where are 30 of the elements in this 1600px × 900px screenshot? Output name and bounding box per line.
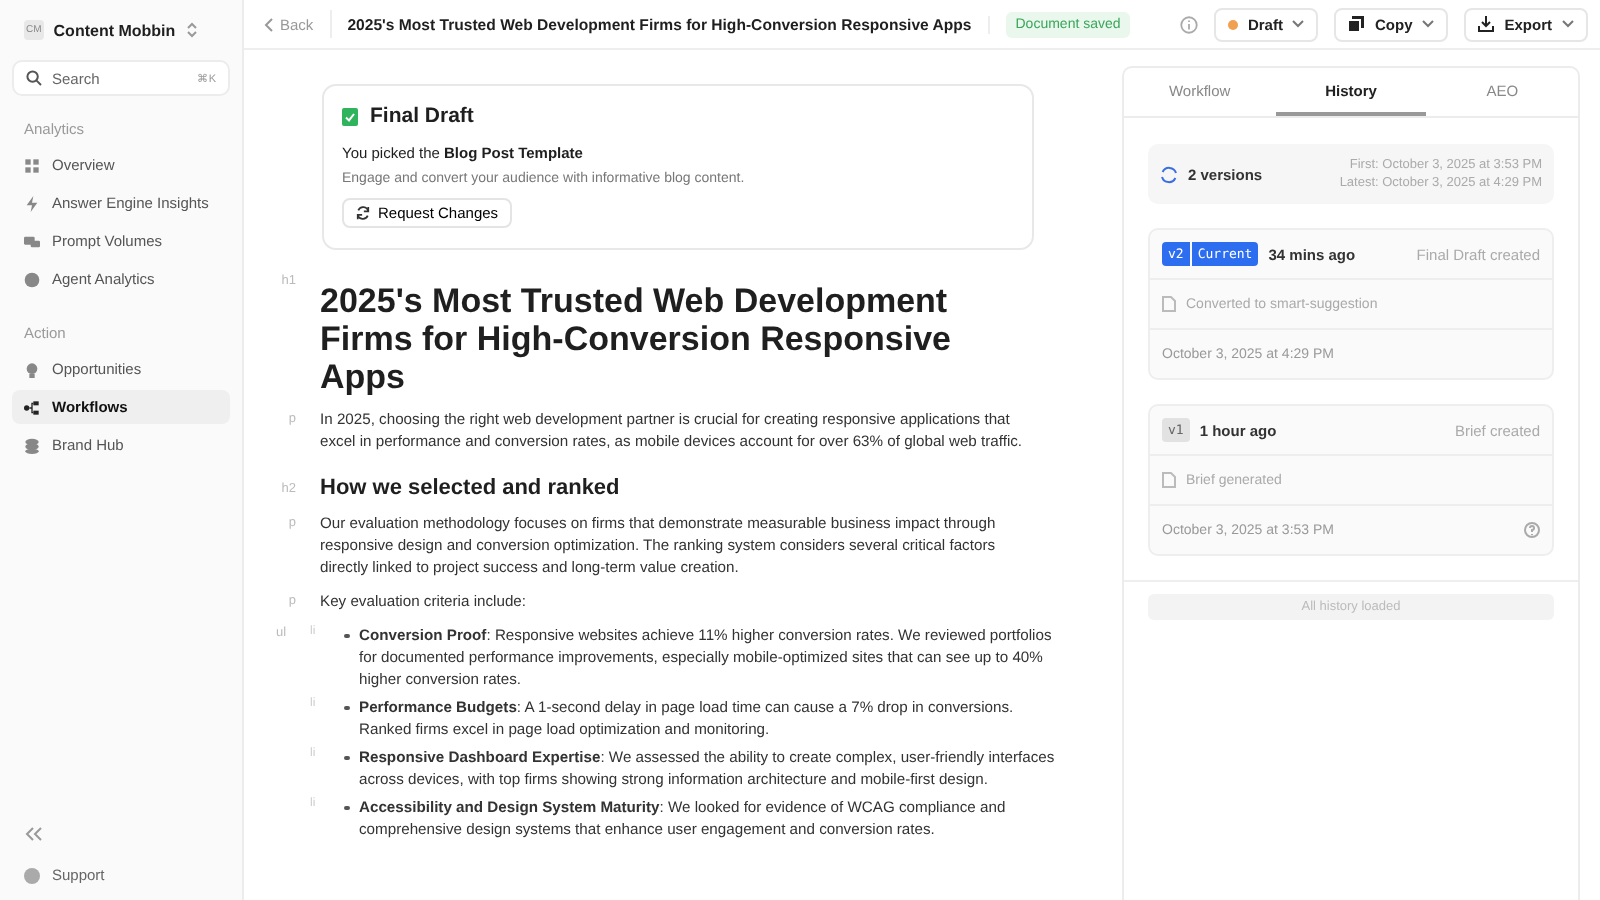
caret-icon bbox=[1422, 20, 1435, 28]
document-icon bbox=[1162, 472, 1176, 489]
support-icon bbox=[24, 867, 40, 883]
caret-icon bbox=[1562, 20, 1574, 28]
caret-icon bbox=[1292, 20, 1305, 28]
bullet-icon bbox=[344, 805, 349, 811]
document-check-icon bbox=[342, 107, 358, 125]
chevron-left-icon bbox=[264, 17, 274, 31]
document-title: 2025's Most Trusted Web Development Firms for High-Conversion Responsive Apps bbox=[320, 282, 953, 397]
help-icon[interactable] bbox=[1524, 522, 1540, 539]
chat-icon bbox=[24, 233, 40, 249]
flow-icon bbox=[24, 399, 40, 415]
bullet-icon bbox=[344, 755, 349, 761]
document-icon bbox=[1162, 296, 1176, 313]
workspace-name[interactable]: Content Mobbin bbox=[53, 21, 176, 39]
info-icon[interactable] bbox=[1179, 15, 1198, 33]
refresh-icon bbox=[356, 206, 370, 220]
bulb-icon bbox=[24, 361, 40, 377]
stack-icon bbox=[24, 437, 40, 453]
copy-icon bbox=[1348, 16, 1365, 32]
section-heading: How we selected and ranked bbox=[320, 476, 622, 501]
bullet-icon bbox=[344, 705, 349, 711]
bullet-icon bbox=[344, 633, 349, 639]
download-icon bbox=[1478, 16, 1495, 32]
lightning-icon bbox=[24, 195, 40, 211]
refresh-icon bbox=[1160, 165, 1178, 184]
search-icon bbox=[26, 70, 42, 86]
card-title: Final Draft bbox=[370, 104, 474, 128]
grid-icon bbox=[24, 157, 40, 173]
chevron-updown-icon[interactable] bbox=[185, 22, 198, 38]
